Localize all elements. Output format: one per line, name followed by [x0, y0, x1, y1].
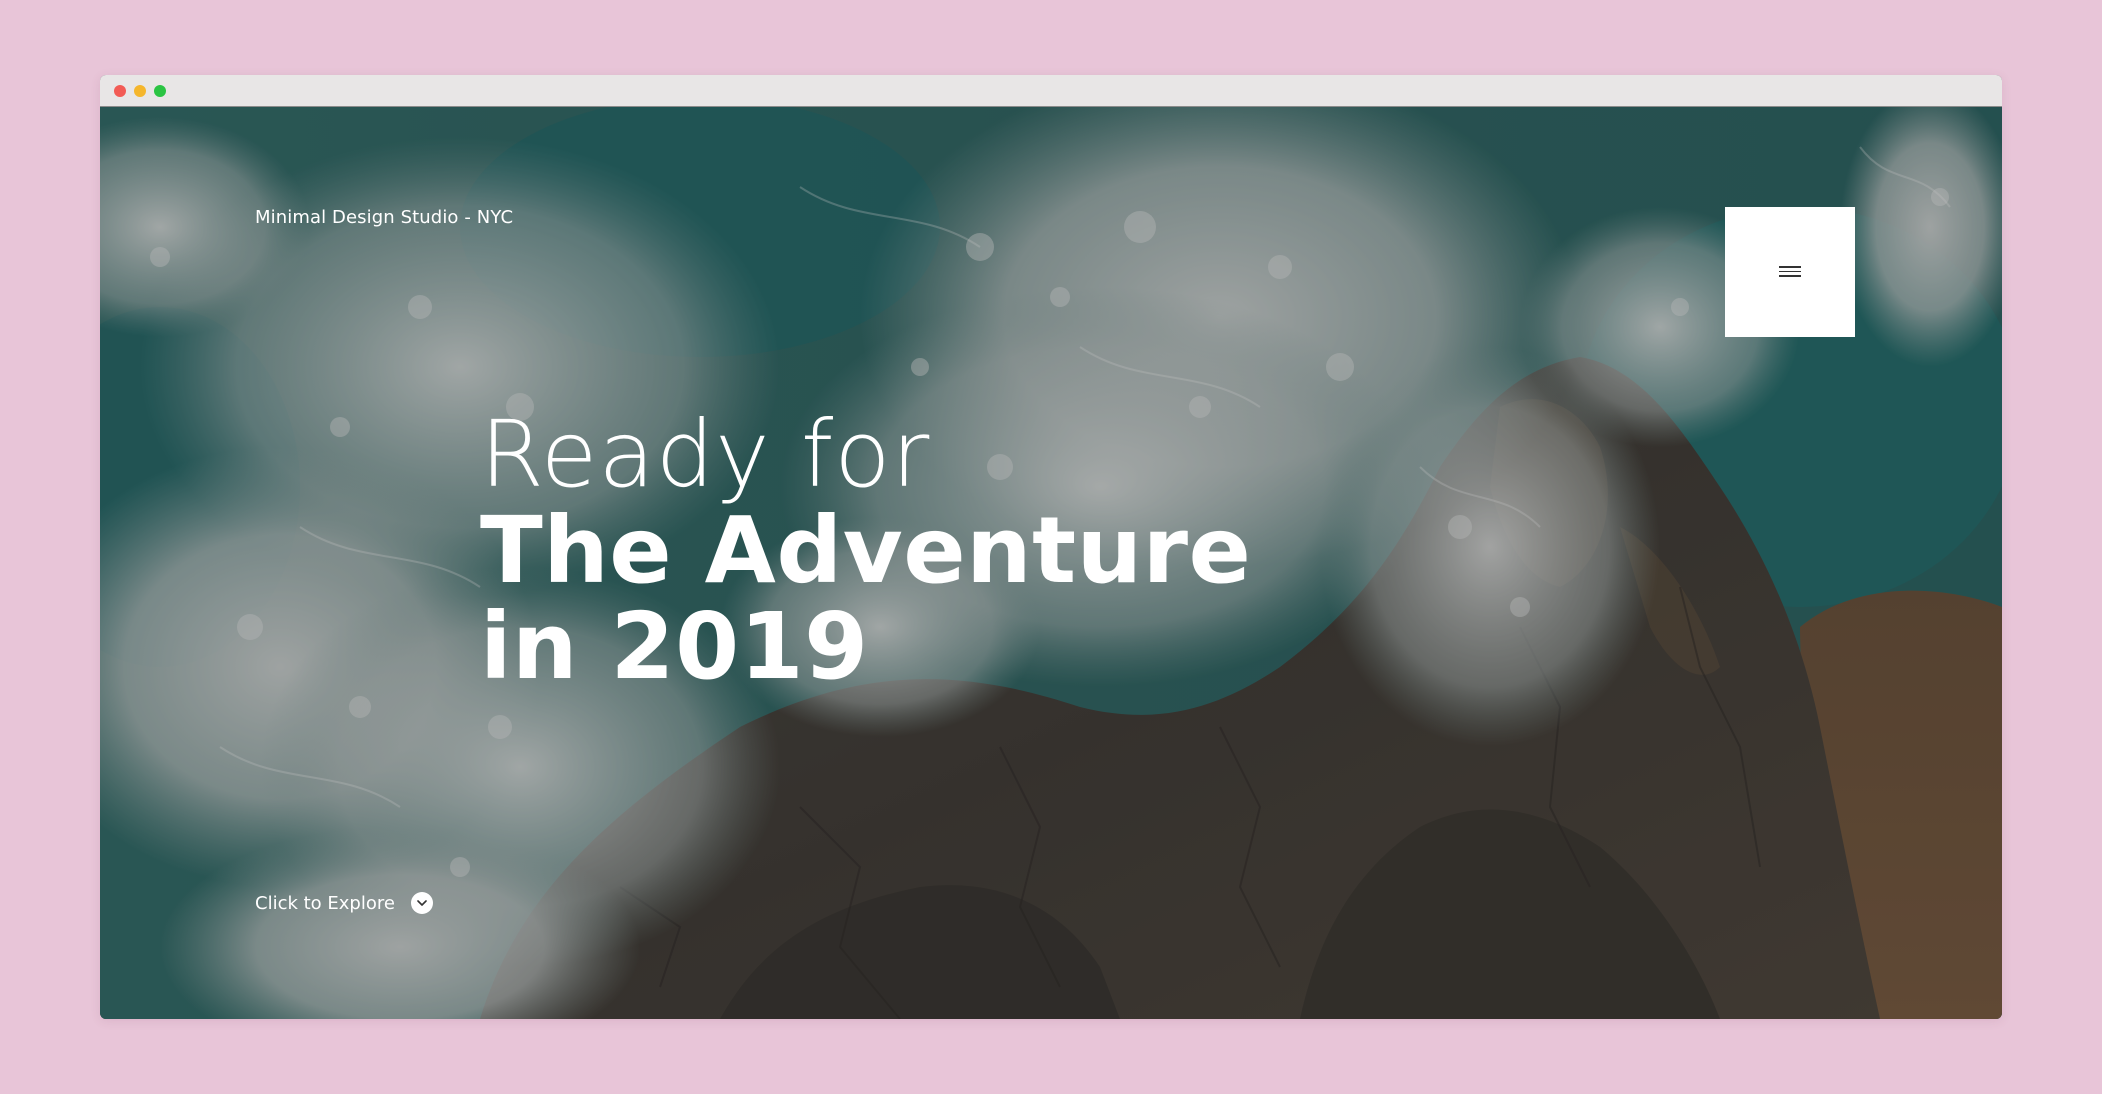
- minimize-window-button[interactable]: [134, 85, 146, 97]
- page-viewport: Minimal Design Studio - NYC Ready for Th…: [100, 107, 2002, 1019]
- hero-headline: Ready for The Adventure in 2019: [480, 407, 1251, 695]
- headline-line-2: The Adventure: [480, 497, 1252, 604]
- window-title-bar: [100, 75, 2002, 107]
- hamburger-icon: [1779, 266, 1801, 277]
- explore-link[interactable]: Click to Explore: [255, 892, 433, 914]
- chevron-down-icon: [410, 892, 433, 914]
- brand-name[interactable]: Minimal Design Studio - NYC: [255, 207, 513, 228]
- headline-line-1: Ready for: [480, 401, 931, 508]
- zoom-window-button[interactable]: [154, 85, 166, 97]
- headline-line-3: in 2019: [480, 593, 869, 700]
- browser-window: Minimal Design Studio - NYC Ready for Th…: [100, 75, 2002, 1019]
- menu-button[interactable]: [1725, 207, 1855, 337]
- close-window-button[interactable]: [114, 85, 126, 97]
- explore-label: Click to Explore: [255, 892, 395, 914]
